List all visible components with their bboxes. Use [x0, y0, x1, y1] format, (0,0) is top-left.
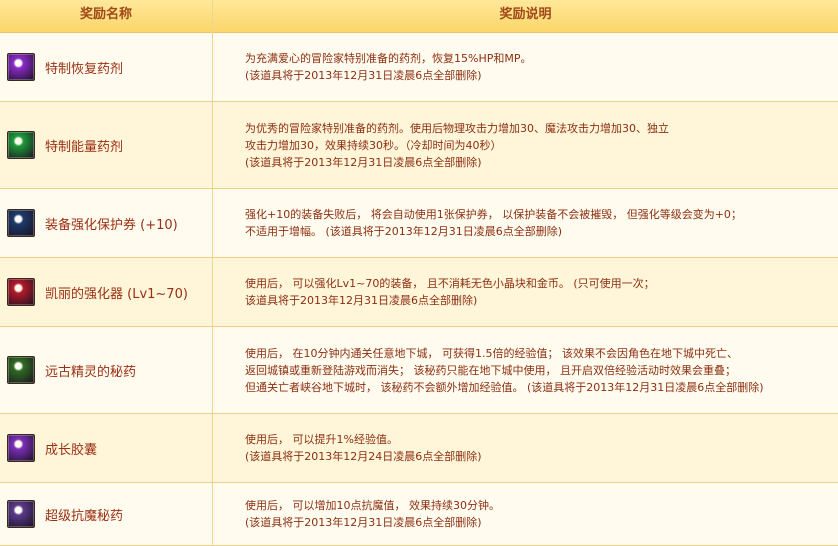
reward-name-cell: 装备强化保护券 (+10): [0, 189, 212, 257]
reward-name: 装备强化保护券 (+10): [45, 217, 178, 233]
reward-name: 远古精灵的秘药: [45, 364, 137, 380]
reward-name: 成长胶囊: [45, 442, 98, 458]
description-line: 使用后， 可以增加10点抗魔值， 效果持续30分钟。: [245, 499, 500, 512]
reward-name: 特制恢复药剂: [45, 61, 124, 77]
description-line: 为充满爱心的冒险家特别准备的药剂，恢复15%HP和MP。: [245, 52, 532, 65]
reward-description: 为充满爱心的冒险家特别准备的药剂，恢复15%HP和MP。 (该道具将于2013年1…: [245, 33, 835, 101]
reward-name: 超级抗魔秘药: [45, 508, 124, 524]
description-line: (该道具将于2013年12月24日凌晨6点全部删除): [245, 450, 482, 463]
description-line: 该道具将于2013年12月31日凌晨6点全部删除): [245, 294, 478, 307]
reward-name-cell: 凯丽的强化器 (Lv1~70): [0, 258, 212, 326]
purple-potion-icon: [7, 53, 35, 81]
reward-name: 特制能量药剂: [45, 139, 124, 155]
reward-description: 为优秀的冒险家特别准备的药剂。使用后物理攻击力增加30、魔法攻击力增加30、独立…: [245, 102, 835, 188]
protection-ticket-icon: [7, 209, 35, 237]
reward-description: 使用后， 可以提升1%经验值。 (该道具将于2013年12月24日凌晨6点全部删除…: [245, 414, 835, 482]
description-line: 为优秀的冒险家特别准备的药剂。使用后物理攻击力增加30、魔法攻击力增加30、独立: [245, 121, 669, 135]
exp-elixir-icon: [7, 356, 35, 384]
description-line: 不适用于增幅。 (该道具将于2013年12月31日凌晨6点全部删除): [245, 225, 563, 238]
reward-name-cell: 成长胶囊: [0, 414, 212, 482]
description-line: 强化+10的装备失败后， 将会自动使用1张保护券， 以保护装备不会被摧毁， 但强…: [245, 208, 742, 221]
table-row: 特制能量药剂 为优秀的冒险家特别准备的药剂。使用后物理攻击力增加30、魔法攻击力增…: [0, 102, 838, 189]
table-row: 远古精灵的秘药 使用后， 在10分钟内通关任意地下城， 可获得1.5倍的经验值； …: [0, 327, 838, 414]
reward-name-cell: 特制恢复药剂: [0, 33, 212, 101]
description-line: 使用后， 在10分钟内通关任意地下城， 可获得1.5倍的经验值； 该效果不会因角…: [245, 346, 738, 360]
anti-magic-potion-icon: [7, 500, 35, 528]
description-line: 但通关亡者峡谷地下城时， 该秘药不会额外增加经验值。 (该道具将于2013年12…: [245, 380, 764, 394]
table-row: 成长胶囊 使用后， 可以提升1%经验值。 (该道具将于2013年12月24日凌晨6点…: [0, 414, 838, 483]
table-header: 奖励名称 奖励说明: [0, 0, 838, 33]
reward-description: 使用后， 可以强化Lv1~70的装备， 且不消耗无色小晶块和金币。 (只可使用一…: [245, 258, 835, 326]
reward-name: 凯丽的强化器 (Lv1~70): [45, 286, 188, 302]
description-line: 使用后， 可以提升1%经验值。: [245, 433, 398, 446]
reward-name-cell: 超级抗魔秘药: [0, 483, 212, 545]
reward-description: 强化+10的装备失败后， 将会自动使用1张保护券， 以保护装备不会被摧毁， 但强…: [245, 189, 835, 257]
reward-description: 使用后， 在10分钟内通关任意地下城， 可获得1.5倍的经验值； 该效果不会因角…: [245, 327, 835, 413]
description-line: (该道具将于2013年12月31日凌晨6点全部删除): [245, 69, 482, 82]
table-row: 超级抗魔秘药 使用后， 可以增加10点抗魔值， 效果持续30分钟。 (该道具将于20…: [0, 483, 838, 546]
reward-name-cell: 特制能量药剂: [0, 102, 212, 188]
header-reward-name: 奖励名称: [79, 7, 132, 22]
exp-capsule-icon: [7, 434, 35, 462]
reward-name-cell: 远古精灵的秘药: [0, 327, 212, 413]
reward-description: 使用后， 可以增加10点抗魔值， 效果持续30分钟。 (该道具将于2013年12月…: [245, 483, 835, 545]
enhancer-icon: [7, 278, 35, 306]
table-row: 装备强化保护券 (+10) 强化+10的装备失败后， 将会自动使用1张保护券， 以…: [0, 189, 838, 258]
header-reward-description: 奖励说明: [499, 7, 552, 22]
description-line: (该道具将于2013年12月31日凌晨6点全部删除): [245, 516, 482, 529]
green-potion-icon: [7, 131, 35, 159]
description-line: (该道具将于2013年12月31日凌晨6点全部删除): [245, 155, 482, 169]
description-line: 使用后， 可以强化Lv1~70的装备， 且不消耗无色小晶块和金币。 (只可使用一…: [245, 277, 655, 290]
column-divider: [212, 0, 213, 545]
table-row: 特制恢复药剂 为充满爱心的冒险家特别准备的药剂，恢复15%HP和MP。 (该道具将于…: [0, 33, 838, 102]
description-line: 攻击力增加30，效果持续30秒。（冷却时间为40秒）: [245, 138, 502, 152]
description-line: 返回城镇或重新登陆游戏而消失； 该秘药只能在地下城中使用， 且开启双倍经验活动时…: [245, 363, 736, 377]
table-row: 凯丽的强化器 (Lv1~70) 使用后， 可以强化Lv1~70的装备， 且不消耗无…: [0, 258, 838, 327]
reward-table: 奖励名称 奖励说明 特制恢复药剂 为充满爱心的冒险家特别准备的药剂，恢复15%HP…: [0, 0, 838, 546]
